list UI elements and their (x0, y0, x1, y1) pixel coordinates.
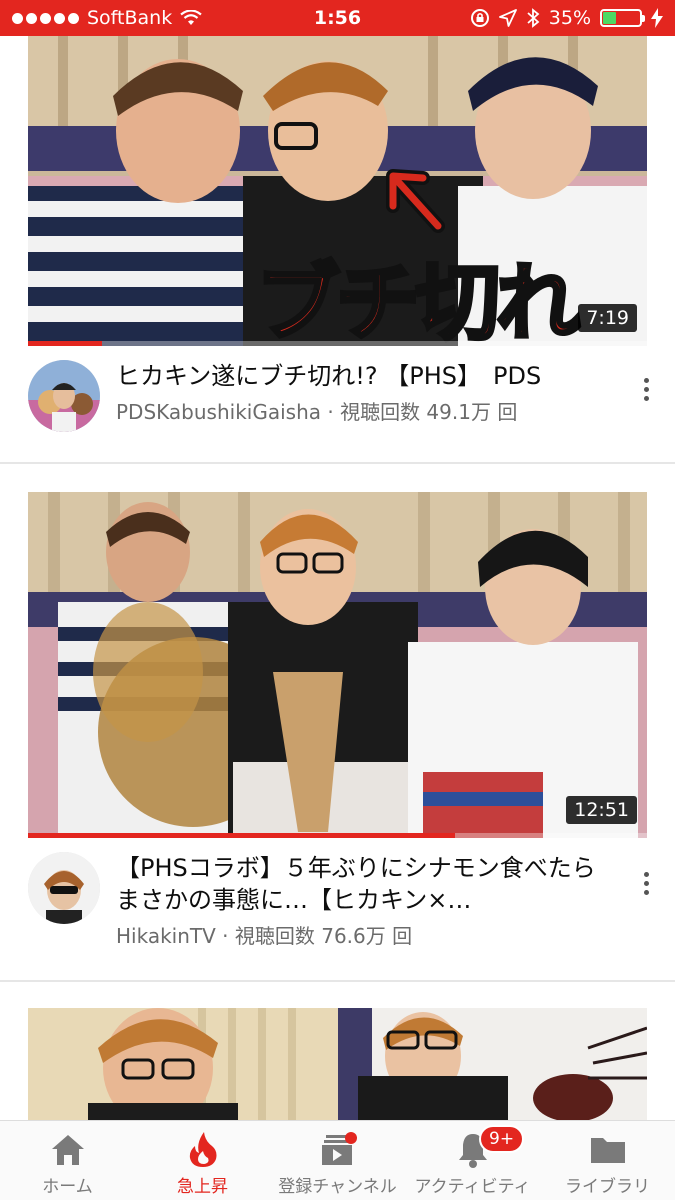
battery-icon (600, 9, 645, 27)
divider (0, 462, 675, 464)
more-options-icon[interactable] (639, 378, 653, 401)
battery-percent: 35% (548, 7, 591, 29)
channel-and-views[interactable]: PDSKabushikiGaisha · 視聴回数 49.1万 回 (116, 396, 606, 425)
video-card[interactable]: 12:51 【PHSコラボ】５年ぶりにシナモン食べたらまさかの事態に…【ヒカキン… (0, 492, 675, 982)
video-meta: 【PHSコラボ】５年ぶりにシナモン食べたらまさかの事態に…【ヒカキン×… Hik… (0, 838, 675, 966)
video-thumbnail[interactable]: ブチ切れ 7:19 (28, 36, 647, 346)
nav-label: アクティビティ (414, 1177, 531, 1197)
divider (0, 980, 675, 982)
bottom-navigation: ホーム 急上昇 登録チャンネル 9+ アクティビティ ライブラリ (0, 1120, 675, 1200)
location-arrow-icon (498, 9, 517, 27)
channel-avatar[interactable] (28, 852, 100, 924)
nav-label: 登録チャンネル (278, 1177, 397, 1197)
subscriptions-icon (321, 1132, 357, 1165)
thumbnail-image (28, 1008, 647, 1120)
bluetooth-icon (527, 8, 540, 28)
charging-bolt-icon (651, 8, 663, 28)
video-card[interactable] (0, 1008, 675, 1120)
folder-icon (590, 1138, 625, 1163)
video-card[interactable]: ブチ切れ 7:19 ヒカキン遂にブチ切れ!? 【PHS】 PDS PDSKabu… (0, 36, 675, 464)
status-bar: SoftBank 1:56 35% (0, 0, 675, 36)
nav-subscriptions[interactable]: 登録チャンネル (270, 1121, 405, 1200)
video-duration: 12:51 (566, 796, 637, 824)
carrier-name: SoftBank (87, 7, 173, 29)
rotation-lock-icon (470, 9, 489, 27)
video-meta: ヒカキン遂にブチ切れ!? 【PHS】 PDS PDSKabushikiGaish… (0, 346, 675, 460)
avatar-image (28, 360, 100, 432)
nav-activity[interactable]: 9+ アクティビティ (405, 1121, 540, 1200)
flame-icon (189, 1132, 216, 1167)
video-thumbnail[interactable] (28, 1008, 647, 1120)
more-options-icon[interactable] (639, 872, 653, 895)
trending-feed[interactable]: ブチ切れ 7:19 ヒカキン遂にブチ切れ!? 【PHS】 PDS PDSKabu… (0, 36, 675, 1120)
nav-library[interactable]: ライブラリ (540, 1121, 675, 1200)
nav-label: ライブラリ (565, 1177, 650, 1197)
nav-label: 急上昇 (177, 1177, 228, 1197)
channel-avatar[interactable] (28, 360, 100, 432)
thumbnail-overlay-text: ブチ切れ (254, 252, 582, 346)
video-title[interactable]: 【PHSコラボ】５年ぶりにシナモン食べたらまさかの事態に…【ヒカキン×… (116, 852, 606, 916)
avatar-image (28, 852, 100, 924)
home-icon (51, 1135, 84, 1165)
signal-strength-icon (12, 12, 79, 24)
notification-badge: 9+ (479, 1125, 525, 1153)
thumbnail-image (28, 492, 647, 838)
nav-home[interactable]: ホーム (0, 1121, 135, 1200)
channel-and-views[interactable]: HikakinTV · 視聴回数 76.6万 回 (116, 920, 606, 949)
video-title[interactable]: ヒカキン遂にブチ切れ!? 【PHS】 PDS (116, 360, 606, 392)
video-duration: 7:19 (578, 304, 637, 332)
video-thumbnail[interactable]: 12:51 (28, 492, 647, 838)
wifi-icon (180, 10, 202, 25)
nav-label: ホーム (42, 1177, 93, 1197)
nav-trending[interactable]: 急上昇 (135, 1121, 270, 1200)
